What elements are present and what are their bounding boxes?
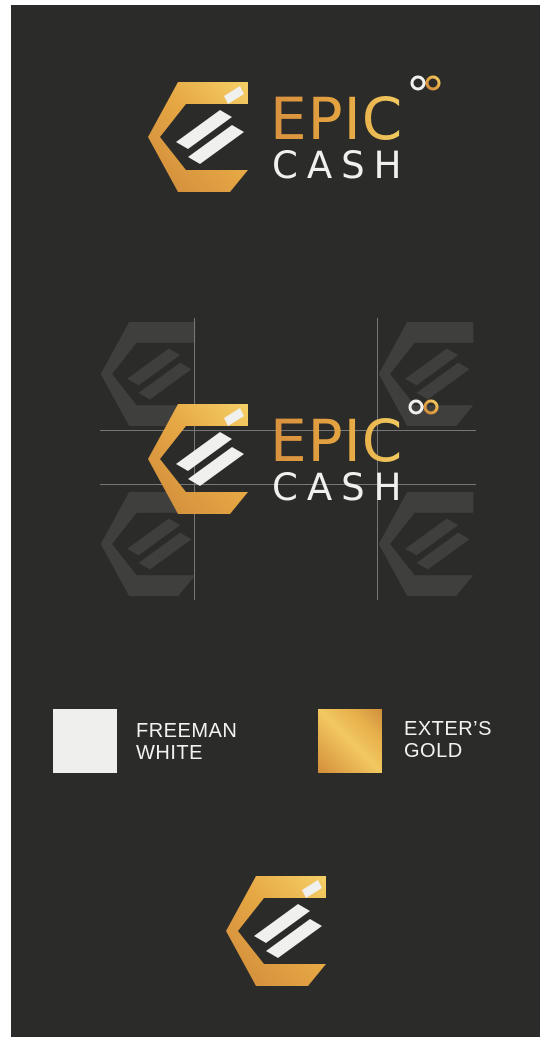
swatch-label-line2: WHITE xyxy=(136,742,203,764)
swatch-label-freeman-white: FREEMAN WHITE xyxy=(136,720,266,764)
hexagon-e-icon-standalone xyxy=(226,876,326,986)
logo-primary: EPIC CASH xyxy=(148,75,448,195)
swatch-freeman-white xyxy=(53,709,117,773)
infinity-icon xyxy=(410,75,441,91)
wordmark-epic: EPIC xyxy=(270,407,404,475)
wordmark-cash: CASH xyxy=(272,144,411,187)
swatch-label-exters-gold: EXTER’S GOLD xyxy=(404,718,534,762)
swatch-exters-gold xyxy=(318,709,382,773)
logo-clear-space: EPIC CASH xyxy=(148,399,448,517)
hexagon-e-icon xyxy=(148,82,248,192)
swatch-label-line1: EXTER’S xyxy=(404,718,492,740)
wordmark-epic: EPIC xyxy=(270,85,404,153)
swatch-label-line2: GOLD xyxy=(404,740,463,762)
clear-space-diagram: EPIC CASH xyxy=(96,318,476,600)
infinity-icon xyxy=(408,399,439,415)
hexagon-e-icon xyxy=(148,404,248,514)
wordmark-cash: CASH xyxy=(272,466,411,509)
swatch-label-line1: FREEMAN xyxy=(136,720,238,742)
